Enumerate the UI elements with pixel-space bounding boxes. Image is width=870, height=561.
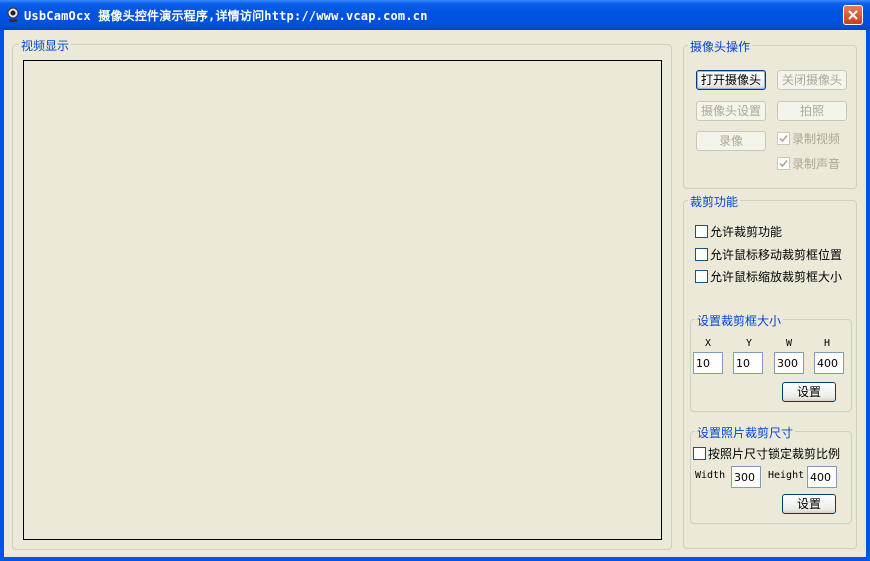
crop-h-input[interactable] — [814, 352, 844, 374]
record-video-checkbox[interactable] — [777, 132, 790, 145]
record-button[interactable]: 录像 — [696, 131, 766, 151]
open-camera-button[interactable]: 打开摄像头 — [696, 70, 766, 90]
lock-ratio-checkbox[interactable] — [693, 447, 706, 460]
checkmark-icon — [779, 159, 788, 168]
camera-settings-button[interactable]: 摄像头设置 — [696, 101, 766, 121]
photo-height-input[interactable] — [807, 466, 837, 488]
title-bar[interactable]: UsbCamOcx 摄像头控件演示程序,详情访问http://www.vcap.… — [0, 0, 870, 30]
crop-box-group: 设置裁剪框大小 X Y W H 设置 — [690, 312, 852, 412]
webcam-icon — [7, 7, 19, 22]
client-area: 视频显示 摄像头操作 打开摄像头 关闭摄像头 摄像头设置 拍照 录像 录制视频 … — [4, 30, 866, 557]
allow-move-label: 允许鼠标移动裁剪框位置 — [710, 248, 843, 262]
crop-group: 裁剪功能 允许裁剪功能 允许鼠标移动裁剪框位置 允许鼠标缩放裁剪框大小 设置裁剪… — [683, 193, 857, 549]
set-crop-box-button[interactable]: 设置 — [782, 382, 836, 402]
x-label: X — [705, 338, 712, 349]
video-group-legend: 视频显示 — [19, 37, 72, 54]
photo-width-input[interactable] — [731, 466, 761, 488]
photo-crop-group: 设置照片裁剪尺寸 按照片尺寸锁定裁剪比例 Width Height 设置 — [690, 424, 852, 524]
allow-crop-checkbox[interactable] — [695, 225, 708, 238]
close-camera-button[interactable]: 关闭摄像头 — [777, 70, 847, 90]
video-display[interactable] — [23, 60, 662, 540]
app-window: UsbCamOcx 摄像头控件演示程序,详情访问http://www.vcap.… — [0, 0, 870, 561]
allow-move-checkbox[interactable] — [695, 248, 708, 261]
camera-group: 摄像头操作 打开摄像头 关闭摄像头 摄像头设置 拍照 录像 录制视频 录制声音 — [683, 38, 857, 189]
crop-x-input[interactable] — [693, 352, 723, 374]
y-label: Y — [746, 338, 753, 349]
crop-y-input[interactable] — [733, 352, 763, 374]
photo-crop-legend: 设置照片裁剪尺寸 — [695, 424, 796, 441]
crop-w-input[interactable] — [774, 352, 804, 374]
close-button[interactable] — [843, 5, 863, 25]
allow-resize-label: 允许鼠标缩放裁剪框大小 — [710, 270, 843, 284]
allow-crop-label: 允许裁剪功能 — [710, 225, 783, 239]
close-icon — [848, 10, 858, 20]
allow-resize-checkbox[interactable] — [695, 270, 708, 283]
camera-group-legend: 摄像头操作 — [688, 38, 753, 55]
record-audio-label: 录制声音 — [792, 157, 841, 171]
snapshot-button[interactable]: 拍照 — [777, 101, 847, 121]
video-group: 视频显示 — [12, 37, 672, 550]
lock-ratio-label: 按照片尺寸锁定裁剪比例 — [708, 447, 841, 461]
width-label: Width — [695, 470, 726, 481]
window-title: UsbCamOcx 摄像头控件演示程序,详情访问http://www.vcap.… — [24, 9, 428, 23]
height-label: Height — [768, 470, 805, 481]
checkmark-icon — [779, 134, 788, 143]
record-audio-checkbox[interactable] — [777, 157, 790, 170]
crop-group-legend: 裁剪功能 — [688, 193, 741, 210]
crop-box-legend: 设置裁剪框大小 — [695, 312, 784, 329]
record-video-label: 录制视频 — [792, 132, 841, 146]
h-label: H — [824, 338, 831, 349]
w-label: W — [786, 338, 793, 349]
set-photo-crop-button[interactable]: 设置 — [782, 494, 836, 514]
